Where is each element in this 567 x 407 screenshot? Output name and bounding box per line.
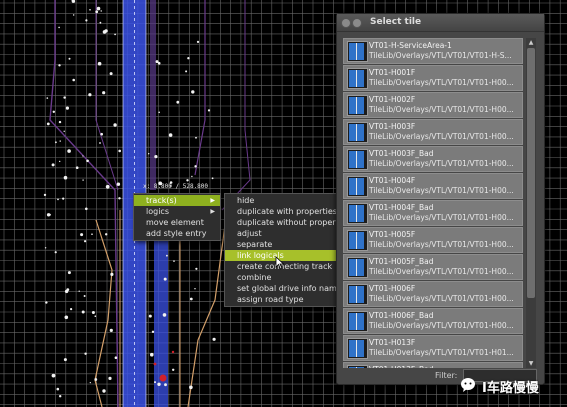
tile-name: VT01-H003F_Bad (369, 149, 434, 158)
tile-list-item[interactable]: VT01-H006F TileLib/Overlays/VTL/VT01/VT01… (343, 281, 523, 307)
context-menu-item-label: track(s) (146, 196, 177, 205)
tile-thumbnail-icon (347, 311, 368, 332)
tile-list-scrollbar[interactable]: ▲ ▼ (526, 38, 536, 368)
scrollbar-thumb[interactable] (527, 48, 535, 298)
tile-list-item[interactable]: VT01-H003F TileLib/Overlays/VTL/VT01/VT01… (343, 119, 523, 145)
tile-path: TileLib/Overlays/VTL/VT01/VT01-H00... (369, 240, 514, 249)
context-menu-item-label: move element (146, 218, 204, 227)
tile-name: VT01-H005F_Bad (369, 257, 434, 266)
tile-path: TileLib/Overlays/VTL/VT01/VT01-H00... (369, 186, 514, 195)
context-menu-item[interactable]: add style entry (134, 228, 220, 239)
tile-name: VT01-H005F (369, 230, 416, 239)
tile-thumbnail-icon (347, 338, 368, 359)
tile-path: TileLib/Overlays/VTL/VT01/VT01-H00... (369, 78, 514, 87)
tile-thumbnail-icon (347, 41, 368, 62)
tile-path: TileLib/Overlays/VTL/VT01/VT01-H00... (369, 105, 514, 114)
tile-path: TileLib/Overlays/VTL/VT01/VT01-H00... (369, 267, 514, 276)
tile-name: VT01-H013F (369, 338, 416, 347)
tile-path: TileLib/Overlays/VTL/VT01/VT01-H01... (369, 348, 514, 357)
track-submenu-item-label: duplicate with properties (237, 207, 337, 216)
tile-name: VT01-H004F (369, 176, 416, 185)
track-submenu-item-label: hide (237, 196, 255, 205)
select-tile-dialog: Select tile VT01-H-ServiceArea-1 TileLib/… (336, 13, 545, 385)
tile-list-item[interactable]: VT01-H004F TileLib/Overlays/VTL/VT01/VT01… (343, 173, 523, 199)
context-menu-item[interactable]: logics ▶ (134, 206, 220, 217)
scroll-down-arrow-icon[interactable]: ▼ (526, 359, 536, 368)
tile-thumbnail-icon (347, 203, 368, 224)
tile-list-item[interactable]: VT01-H001F TileLib/Overlays/VTL/VT01/VT01… (343, 65, 523, 91)
tile-name: VT01-H003F (369, 122, 416, 131)
tile-thumbnail-icon (347, 230, 368, 251)
tile-name: VT01-H006F (369, 284, 416, 293)
tile-thumbnail-icon (347, 122, 368, 143)
tile-list-item[interactable]: VT01-H004F_Bad TileLib/Overlays/VTL/VT01/… (343, 200, 523, 226)
coordinate-readout: x: 8.800 / 528.800 (143, 183, 209, 190)
watermark: I车路慢慢 (460, 376, 560, 396)
tile-list-item[interactable]: VT01-H013F TileLib/Overlays/VTL/VT01/VT01… (343, 335, 523, 361)
track-submenu-item-label: assign road type (237, 295, 304, 304)
track-submenu-item-label: combine (237, 273, 272, 282)
tile-name: VT01-H013F_Bad (369, 365, 433, 368)
scroll-up-arrow-icon[interactable]: ▲ (526, 38, 536, 47)
dialog-title: Select tile (370, 17, 422, 27)
submenu-arrow-icon: ▶ (210, 208, 215, 215)
tile-thumbnail-icon (347, 68, 368, 89)
tile-thumbnail-icon (347, 284, 368, 305)
mouse-cursor-icon (275, 256, 285, 270)
track-submenu-item-label: duplicate without properties (237, 218, 351, 227)
dialog-titlebar[interactable]: Select tile (337, 14, 544, 32)
tile-name: VT01-H002F (369, 95, 416, 104)
context-menu-item[interactable]: move element (134, 217, 220, 228)
tile-path: TileLib/Overlays/VTL/VT01/VT01-H00... (369, 159, 514, 168)
context-menu: track(s) ▶ logics ▶ move element add style en… (133, 193, 221, 241)
red-point-marker (153, 362, 157, 366)
track-submenu-item-label: set global drive info name (237, 284, 342, 293)
track-submenu-item-label: separate (237, 240, 273, 249)
tile-list-item[interactable]: VT01-H006F_Bad TileLib/Overlays/VTL/VT01/… (343, 308, 523, 334)
tile-thumbnail-icon (347, 365, 368, 368)
tile-list-item[interactable]: VT01-H003F_Bad TileLib/Overlays/VTL/VT01/… (343, 146, 523, 172)
context-menu-item-label: add style entry (146, 229, 207, 238)
tile-name: VT01-H004F_Bad (369, 203, 434, 212)
watermark-text: I车路慢慢 (482, 381, 539, 396)
tile-thumbnail-icon (347, 257, 368, 278)
tile-list-item[interactable]: VT01-H005F_Bad TileLib/Overlays/VTL/VT01/… (343, 254, 523, 280)
tile-name: VT01-H006F_Bad (369, 311, 434, 320)
context-menu-item[interactable]: track(s) ▶ (134, 195, 220, 206)
tile-list[interactable]: VT01-H-ServiceArea-1 TileLib/Overlays/VTL… (343, 38, 523, 368)
lane-boundary-orange-right (187, 224, 226, 407)
red-marker-icon (159, 374, 167, 382)
red-point-marker (171, 350, 175, 354)
tile-path: TileLib/Overlays/VTL/VT01/VT01-H-S... (369, 51, 512, 60)
tile-list-item[interactable]: VT01-H013F_BadTileLib/Overlays/VTL/VT01/… (343, 362, 523, 368)
tile-name: VT01-H-ServiceArea-1 (369, 41, 452, 50)
track-submenu-item-label: adjust (237, 229, 262, 238)
tile-path: TileLib/Overlays/VTL/VT01/VT01-H00... (369, 321, 514, 330)
tile-list-item[interactable]: VT01-H002F TileLib/Overlays/VTL/VT01/VT01… (343, 92, 523, 118)
tile-list-item[interactable]: VT01-H-ServiceArea-1 TileLib/Overlays/VTL… (343, 38, 523, 64)
tile-list-item[interactable]: VT01-H005F TileLib/Overlays/VTL/VT01/VT01… (343, 227, 523, 253)
tile-path: TileLib/Overlays/VTL/VT01/VT01-H00... (369, 213, 514, 222)
tile-path: TileLib/Overlays/VTL/VT01/VT01-H00... (369, 294, 514, 303)
minimize-button[interactable] (352, 18, 362, 28)
tile-path: TileLib/Overlays/VTL/VT01/VT01-H00... (369, 132, 514, 141)
tile-thumbnail-icon (347, 95, 368, 116)
context-menu-item-label: logics (146, 207, 169, 216)
tile-name: VT01-H001F (369, 68, 416, 77)
wechat-bubble-icon (461, 378, 475, 392)
tile-thumbnail-icon (347, 149, 368, 170)
lane-purple-strip (150, 0, 156, 190)
road-boundary-outer-right (221, 0, 251, 211)
close-button[interactable] (341, 18, 351, 28)
filter-label: Filter: (435, 371, 458, 380)
road-boundary-left (49, 0, 119, 407)
tile-thumbnail-icon (347, 176, 368, 197)
submenu-arrow-icon: ▶ (210, 197, 215, 204)
